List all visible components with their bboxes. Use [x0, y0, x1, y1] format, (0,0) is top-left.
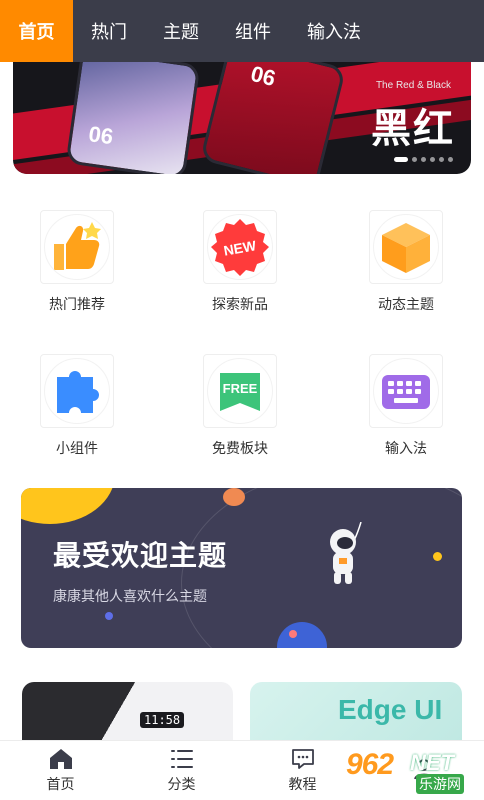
- tab-widgets[interactable]: 组件: [217, 0, 289, 62]
- list-icon: [170, 749, 193, 768]
- top-tab-bar: 首页 热门 主题 组件 输入法: [0, 0, 484, 62]
- new-badge-icon: NEW: [203, 210, 277, 284]
- thumbs-up-icon: [40, 210, 114, 284]
- carousel-dot[interactable]: [412, 157, 417, 162]
- watermark-site-name: 乐游网: [416, 774, 464, 794]
- grid-item-input-method[interactable]: 输入法: [336, 354, 476, 458]
- carousel-dot[interactable]: [430, 157, 435, 162]
- preview-clock: 11:58: [140, 712, 185, 728]
- carousel-dot[interactable]: [448, 157, 453, 162]
- grid-item-label: 探索新品: [212, 296, 268, 312]
- promo-subtitle: 康康其他人喜欢什么主题: [53, 588, 207, 604]
- banner-phone-left: 06: [65, 62, 201, 174]
- watermark-number: 962: [346, 748, 394, 781]
- banner-phone-time: 06: [248, 62, 279, 92]
- grid-item-dynamic-theme[interactable]: 动态主题: [336, 210, 476, 314]
- watermark-net: NET: [410, 750, 454, 775]
- new-badge-text: NEW: [222, 237, 258, 259]
- nav-tutorial[interactable]: 教程: [242, 741, 363, 800]
- tab-hot[interactable]: 热门: [73, 0, 145, 62]
- grid-item-explore-new[interactable]: NEW 探索新品: [170, 210, 310, 314]
- banner-phone-time: 06: [87, 121, 115, 150]
- chat-tutorial-icon: [291, 748, 314, 769]
- banner-carousel[interactable]: 06 06 The Red & Black 黑红: [13, 62, 471, 174]
- banner-subtitle: The Red & Black: [375, 80, 451, 91]
- tab-input-method[interactable]: 输入法: [289, 0, 379, 62]
- tab-home[interactable]: 首页: [0, 0, 73, 62]
- nav-label: 教程: [288, 775, 317, 792]
- tab-themes[interactable]: 主题: [145, 0, 217, 62]
- nav-categories[interactable]: 分类: [121, 741, 242, 800]
- carousel-dot[interactable]: [439, 157, 444, 162]
- puzzle-icon: [40, 354, 114, 428]
- nav-label: 分类: [167, 775, 196, 792]
- grid-item-label: 小组件: [56, 440, 98, 456]
- free-badge-text: FREE: [223, 381, 258, 396]
- popular-themes-card[interactable]: 最受欢迎主题 康康其他人喜欢什么主题: [21, 488, 462, 648]
- star-decoration: [433, 552, 442, 561]
- grid-item-label: 动态主题: [378, 296, 434, 312]
- grid-item-hot-recommend[interactable]: 热门推荐: [7, 210, 147, 314]
- grid-item-label: 输入法: [385, 440, 427, 456]
- nav-home[interactable]: 首页: [0, 741, 121, 800]
- cube-icon: [369, 210, 443, 284]
- banner-phone-right: 06: [199, 62, 347, 174]
- free-ribbon-icon: FREE: [203, 354, 277, 428]
- promo-title: 最受欢迎主题: [53, 540, 228, 571]
- star-decoration: [105, 612, 113, 620]
- astronaut-icon: [321, 521, 371, 597]
- carousel-dot[interactable]: [421, 157, 426, 162]
- site-watermark: 962 NET 乐游网: [346, 748, 480, 796]
- grid-item-free[interactable]: FREE 免费板块: [170, 354, 310, 458]
- yellow-planet-decoration: [21, 488, 115, 524]
- preview-title: Edge UI: [338, 694, 443, 725]
- nav-label: 首页: [46, 775, 75, 792]
- grid-item-label: 热门推荐: [49, 296, 105, 312]
- keyboard-icon: [369, 354, 443, 428]
- carousel-indicator: [394, 157, 453, 162]
- carousel-dot[interactable]: [394, 157, 408, 162]
- home-icon: [49, 748, 72, 769]
- orange-planet-decoration: [223, 488, 245, 506]
- banner-title: 黑红: [371, 105, 455, 152]
- grid-item-widgets[interactable]: 小组件: [7, 354, 147, 458]
- grid-item-label: 免费板块: [212, 440, 268, 456]
